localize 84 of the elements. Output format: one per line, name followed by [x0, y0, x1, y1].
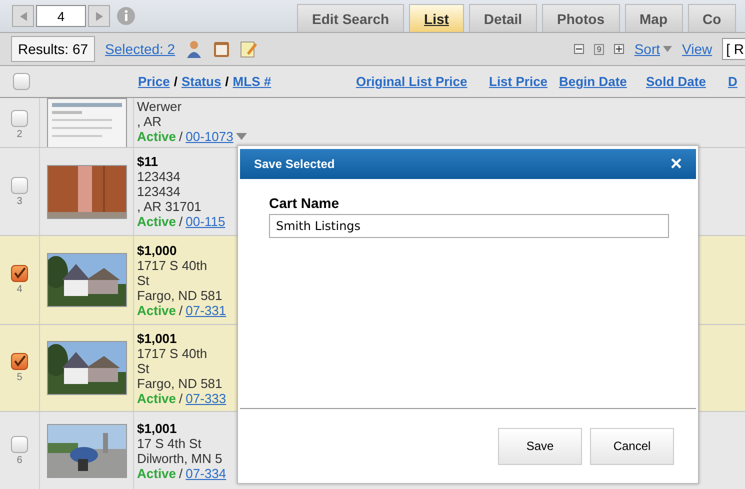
row-number: 3 [16, 196, 22, 206]
tab[interactable]: Edit Search [297, 4, 404, 32]
info-icon[interactable] [116, 6, 136, 26]
column-header-link[interactable]: Original List Price [356, 74, 468, 89]
right-arrow-icon [96, 12, 102, 20]
column-header-link[interactable]: List Price [489, 74, 548, 89]
listing-status: Active [137, 129, 176, 144]
address-line: Werwer [137, 99, 182, 114]
address-line: St [137, 360, 150, 376]
address-line: 1717 S 40th [137, 258, 208, 272]
address-line: 123434 [137, 169, 180, 184]
row-number: 5 [16, 372, 22, 383]
separator-slash: / [174, 74, 178, 89]
field-label: Cart Name [269, 195, 340, 211]
column-header-link[interactable]: Begin Date [559, 74, 627, 89]
address-line: Dilworth, MN 5 [137, 450, 222, 466]
listing-number-link[interactable]: 07-331 [186, 302, 226, 318]
previous-page-button[interactable] [12, 5, 34, 27]
address-line: 1717 S 40th [137, 346, 208, 360]
column-header-link[interactable]: MLS # [232, 74, 272, 89]
row-number: 4 [16, 284, 22, 295]
caret-icon[interactable] [236, 133, 248, 140]
address-line: , AR 31701 [137, 199, 202, 214]
next-page-button[interactable] [88, 5, 110, 27]
view-link[interactable]: View [682, 41, 712, 57]
column-header-link[interactable]: Price [138, 74, 170, 89]
tab[interactable]: Co [688, 4, 736, 32]
separator-slash: / [225, 74, 229, 89]
results-count: Results: 67 [11, 36, 96, 62]
address-line: 123434 [137, 184, 180, 199]
minus-icon[interactable] [574, 44, 584, 54]
tab[interactable]: Detail [468, 4, 538, 32]
address-line: 17 S 4th St [137, 436, 202, 450]
report-field[interactable]: [ R [722, 38, 745, 60]
dialog-button[interactable]: Save [498, 428, 582, 464]
select-all-checkbox[interactable] [12, 73, 30, 90]
listing-number-link[interactable]: 00-115 [186, 214, 226, 229]
person-icon[interactable] [185, 40, 204, 58]
notepad-icon[interactable] [240, 40, 258, 58]
page-size-count: 9 [594, 44, 604, 54]
listing-number-link[interactable]: 07-333 [186, 390, 226, 406]
address-line: Fargo, ND 581 [137, 376, 222, 390]
row-checkbox[interactable] [11, 436, 28, 452]
listing-status: Active [137, 466, 176, 480]
row-number: 6 [16, 454, 22, 466]
listing-status: Active [137, 390, 176, 406]
dialog-title: Save Selected [254, 157, 335, 171]
listing-price: $11 [137, 154, 158, 169]
tab[interactable]: Photos [542, 4, 620, 32]
calendar-icon[interactable] [213, 40, 230, 58]
tab[interactable]: Map [624, 4, 682, 32]
listing-number-link[interactable]: 00-1073 [186, 129, 234, 144]
listing-status: Active [137, 214, 176, 229]
listing-price: $1,000 [137, 242, 177, 258]
address-line: St [137, 272, 150, 288]
row-checkbox[interactable] [11, 353, 28, 370]
cart-name-field[interactable]: Smith Listings [269, 214, 669, 238]
listing-status: Active [137, 302, 176, 318]
sort-link[interactable]: Sort [634, 41, 660, 57]
address-line: , AR [137, 114, 162, 129]
row-checkbox[interactable] [11, 110, 28, 127]
separator-slash: / [179, 466, 183, 480]
listing-price: $1,001 [137, 330, 177, 346]
separator-slash: / [179, 390, 183, 406]
close-button[interactable]: × [670, 154, 682, 174]
listing-price: $1,001 [137, 420, 177, 436]
left-arrow-icon [20, 12, 26, 20]
column-header-link[interactable]: Status [181, 74, 222, 89]
row-checkbox[interactable] [11, 265, 28, 282]
address-line: Fargo, ND 581 [137, 288, 222, 302]
separator-slash: / [179, 302, 183, 318]
column-header-link[interactable]: Sold Date [646, 74, 706, 89]
listing-number-link[interactable]: 07-334 [186, 466, 226, 480]
selected-link[interactable]: Selected: 2 [105, 41, 176, 57]
tab[interactable]: List [409, 4, 464, 32]
caret-icon [663, 46, 672, 52]
dialog-button[interactable]: Cancel [590, 428, 674, 464]
row-checkbox[interactable] [11, 176, 28, 194]
page-number-field[interactable]: 4 [36, 5, 86, 27]
separator-slash: / [179, 214, 183, 229]
plus-icon[interactable] [614, 44, 624, 54]
column-header-link[interactable]: D [728, 74, 738, 89]
row-number: 2 [16, 129, 22, 140]
separator-slash: / [179, 129, 183, 144]
